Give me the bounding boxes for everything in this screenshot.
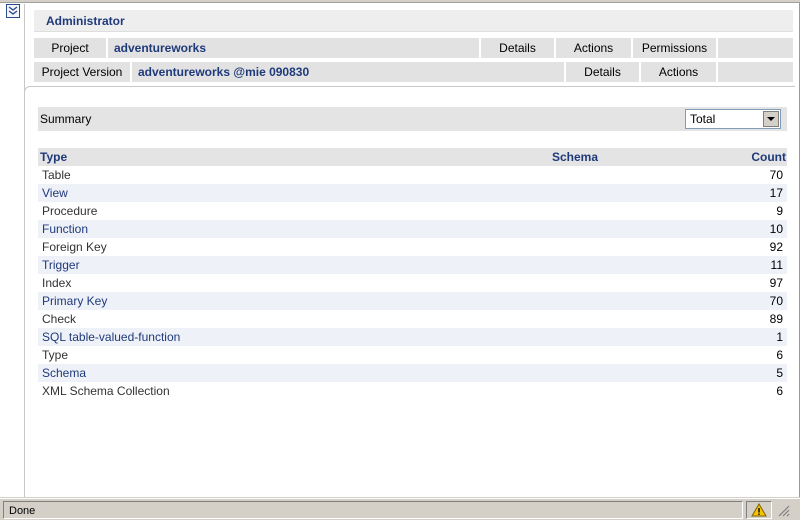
- table-row[interactable]: Procedure 9: [38, 202, 787, 220]
- type-cell: Foreign Key: [42, 240, 107, 254]
- table-row[interactable]: Index 97: [38, 274, 787, 292]
- project-label: Project: [34, 38, 108, 58]
- count-cell: 1: [776, 330, 783, 344]
- type-cell: View: [42, 186, 68, 200]
- project-bar: Project adventureworks Details Actions P…: [34, 38, 793, 58]
- column-header-type[interactable]: Type: [38, 150, 338, 164]
- project-name[interactable]: adventureworks: [108, 38, 481, 58]
- warning-icon: [751, 502, 767, 516]
- table-header: Type Schema Count: [38, 148, 787, 166]
- table-row[interactable]: SQL table-valued-function 1: [38, 328, 787, 346]
- project-details-button[interactable]: Details: [481, 38, 556, 58]
- table-row[interactable]: Function 10: [38, 220, 787, 238]
- type-cell: Index: [42, 276, 72, 290]
- type-cell: Function: [42, 222, 89, 236]
- summary-select-value: Total: [690, 112, 716, 126]
- status-bar: Done: [0, 498, 800, 520]
- table-row[interactable]: Table 70: [38, 166, 787, 184]
- count-cell: 92: [769, 240, 783, 254]
- column-header-count[interactable]: Count: [628, 150, 787, 164]
- version-actions-button[interactable]: Actions: [641, 62, 718, 82]
- status-text: Done: [3, 500, 743, 519]
- top-divider: [0, 0, 800, 3]
- table-row[interactable]: Primary Key 70: [38, 292, 787, 310]
- dropdown-arrow-button[interactable]: [763, 111, 779, 127]
- column-header-schema[interactable]: Schema: [338, 150, 628, 164]
- project-bar-filler: [718, 38, 793, 58]
- count-cell: 70: [769, 168, 783, 182]
- type-cell: Schema: [42, 366, 87, 380]
- count-cell: 6: [776, 348, 783, 362]
- type-cell: Procedure: [42, 204, 98, 218]
- summary-label: Summary: [40, 112, 92, 126]
- table-row[interactable]: Trigger 11: [38, 256, 787, 274]
- warning-indicator[interactable]: [746, 500, 772, 519]
- count-cell: 5: [776, 366, 783, 380]
- count-cell: 11: [770, 258, 783, 272]
- resize-grip-icon[interactable]: [776, 503, 790, 517]
- table-row[interactable]: Schema 5: [38, 364, 787, 382]
- table-row[interactable]: Type 6: [38, 346, 787, 364]
- project-permissions-button[interactable]: Permissions: [633, 38, 718, 58]
- summary-bar: Summary Total: [38, 107, 787, 131]
- type-cell: Check: [42, 312, 77, 326]
- count-cell: 6: [776, 384, 783, 398]
- triangle-down-icon: [767, 116, 775, 121]
- count-cell: 89: [769, 312, 783, 326]
- table-row[interactable]: XML Schema Collection 6: [38, 382, 787, 400]
- count-cell: 97: [769, 276, 783, 290]
- version-bar-filler: [718, 62, 793, 82]
- admin-header: Administrator: [34, 10, 793, 32]
- double-chevron-down-icon: [8, 6, 18, 15]
- table-row[interactable]: Foreign Key 92: [38, 238, 787, 256]
- count-cell: 9: [776, 204, 783, 218]
- table-row[interactable]: Check 89: [38, 310, 787, 328]
- summary-table: Type Schema Count Table 70 View 17 Procedu…: [38, 148, 787, 400]
- type-cell: Type: [42, 348, 69, 362]
- count-cell: 70: [769, 294, 783, 308]
- version-label: Project Version: [34, 62, 132, 82]
- project-actions-button[interactable]: Actions: [556, 38, 633, 58]
- version-bar: Project Version adventureworks @mie 0908…: [34, 62, 793, 82]
- collapse-toggle-button[interactable]: [6, 4, 20, 18]
- summary-select[interactable]: Total: [685, 109, 781, 129]
- main-frame: Administrator Project adventureworks Det…: [0, 0, 800, 497]
- table-body: Table 70 View 17 Procedure 9 Function 10 For…: [38, 166, 787, 400]
- table-row[interactable]: View 17: [38, 184, 787, 202]
- type-cell: XML Schema Collection: [42, 384, 170, 398]
- type-cell: Table: [42, 168, 71, 182]
- type-cell: Trigger: [42, 258, 80, 272]
- type-cell: Primary Key: [42, 294, 108, 308]
- version-details-button[interactable]: Details: [566, 62, 641, 82]
- count-cell: 10: [769, 222, 783, 236]
- admin-title: Administrator: [46, 14, 125, 28]
- type-cell: SQL table-valued-function: [42, 330, 181, 344]
- count-cell: 17: [769, 186, 783, 200]
- version-name[interactable]: adventureworks @mie 090830: [132, 62, 566, 82]
